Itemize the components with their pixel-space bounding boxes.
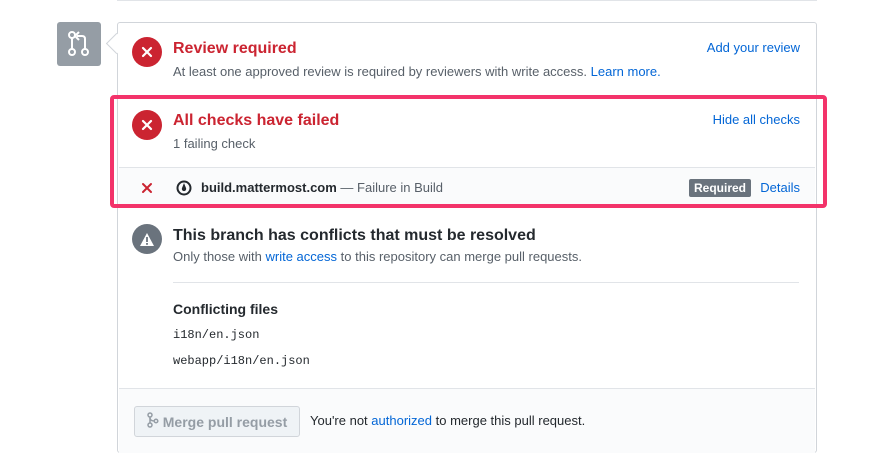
mattermost-logo-icon <box>176 180 192 201</box>
merge-footer: Merge pull request You're not authorized… <box>119 388 815 453</box>
review-failed-x-icon <box>132 37 162 67</box>
timeline-divider <box>117 0 817 1</box>
check-context-name: build.mattermost.com <box>201 180 337 195</box>
conflicting-files-heading: Conflicting files <box>173 301 278 317</box>
merge-pull-request-button[interactable]: Merge pull request <box>134 406 300 437</box>
review-required-title: Review required <box>173 40 297 57</box>
section-divider <box>119 207 815 208</box>
check-row: build.mattermost.com — Failure in Build … <box>119 167 815 208</box>
conflicts-title: This branch has conflicts that must be r… <box>173 227 536 244</box>
review-required-description: At least one approved review is required… <box>173 64 661 79</box>
write-access-link[interactable]: write access <box>266 249 338 264</box>
failing-check-count: 1 failing check <box>173 136 256 151</box>
required-badge: Required <box>689 179 752 197</box>
merge-status-card: Review required At least one approved re… <box>117 22 817 453</box>
merge-permission-note: You're not authorized to merge this pull… <box>310 413 585 428</box>
section-divider <box>119 95 815 96</box>
authorized-link[interactable]: authorized <box>371 413 432 428</box>
conflicts-divider <box>173 282 799 283</box>
git-pull-request-icon <box>57 22 101 66</box>
merge-icon <box>147 412 159 431</box>
conflicts-description: Only those with write access to this rep… <box>173 249 582 264</box>
conflicting-file-item: webapp/i18n/en.json <box>173 354 310 368</box>
merge-note-prefix: You're not <box>310 413 368 428</box>
check-status-text: — Failure in Build <box>340 180 444 195</box>
add-your-review-link[interactable]: Add your review <box>707 40 800 55</box>
check-failed-x-icon <box>141 181 153 199</box>
check-name: build.mattermost.com — Failure in Build <box>201 180 443 195</box>
checks-failed-x-icon <box>132 110 162 140</box>
merge-button-label: Merge pull request <box>162 413 288 430</box>
learn-more-link[interactable]: Learn more. <box>591 64 661 79</box>
alert-icon <box>132 224 162 254</box>
checks-failed-title: All checks have failed <box>173 112 340 129</box>
merge-note-suffix: to merge this pull request. <box>435 413 586 428</box>
conflicts-desc-prefix: Only those with <box>173 249 262 264</box>
review-description-text: At least one approved review is required… <box>173 64 588 79</box>
check-details-link[interactable]: Details <box>760 180 800 195</box>
hide-all-checks-link[interactable]: Hide all checks <box>713 112 800 127</box>
conflicting-file-item: i18n/en.json <box>173 328 260 342</box>
conflicts-desc-suffix: to this repository can merge pull reques… <box>340 249 582 264</box>
